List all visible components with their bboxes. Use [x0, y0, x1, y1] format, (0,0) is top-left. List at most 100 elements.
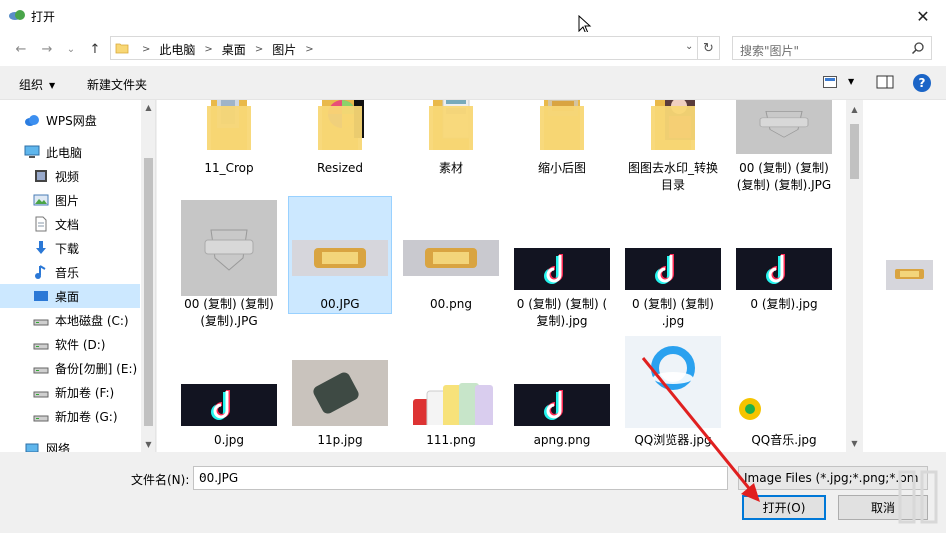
sidebar-scrollbar[interactable]: ▲ ▼	[141, 100, 155, 452]
sidebar-item[interactable]: 新加卷 (G:)	[0, 404, 140, 428]
folder-icon	[514, 100, 610, 150]
file-name: 0 (复制) (复制)	[632, 297, 714, 311]
scrollbar-thumb[interactable]	[144, 158, 153, 426]
sidebar-item[interactable]: 新加卷 (F:)	[0, 380, 140, 404]
sidebar-item[interactable]: 音乐	[0, 260, 140, 284]
file-name: 00 (复制) (复制)	[739, 161, 829, 175]
drive-icon	[33, 408, 49, 424]
image-thumbnail	[292, 240, 388, 276]
file-name: 00.png	[430, 297, 472, 311]
sidebar-item[interactable]: 网络	[0, 436, 140, 452]
address-dropdown-icon[interactable]: ⌄	[685, 41, 693, 52]
organize-menu[interactable]: 组织 ▼	[19, 76, 55, 93]
sidebar-item[interactable]: 图片	[0, 188, 140, 212]
preview-pane-icon[interactable]	[876, 74, 894, 90]
image-thumbnail	[403, 240, 499, 276]
sidebar-item[interactable]: 此电脑	[0, 140, 140, 164]
sidebar-item[interactable]: 下载	[0, 236, 140, 260]
command-bar: 组织 ▼ 新建文件夹 ▼ ?	[0, 66, 946, 100]
drive-icon	[33, 384, 49, 400]
pictures-icon	[33, 192, 49, 208]
image-thumbnail	[514, 384, 610, 426]
scroll-down-icon[interactable]: ▼	[847, 436, 862, 451]
navigation-pane: ▲ ▼ WPS网盘此电脑视频图片 文档下载音乐桌面本地磁盘 (C:) 软件 (D:)…	[0, 100, 156, 452]
content-scrollbar[interactable]: ▲ ▼	[846, 100, 863, 452]
sidebar-item-label: 视频	[55, 169, 80, 184]
computer-icon	[24, 144, 40, 160]
up-button[interactable]: ↑	[86, 40, 104, 58]
breadcrumb-pictures[interactable]: 图片	[272, 41, 296, 58]
scrollbar-thumb[interactable]	[850, 124, 859, 179]
image-thumbnail	[181, 384, 277, 426]
view-options-caret-icon[interactable]: ▼	[848, 77, 854, 86]
navigation-bar: ← → ⌄ ↑ > 此电脑 > 桌面 > 图片 > ⌄ ↻ 搜索"图片"	[0, 32, 946, 66]
sidebar-item[interactable]: 桌面	[0, 284, 140, 308]
close-button[interactable]: ✕	[900, 0, 946, 32]
app-icon	[9, 10, 25, 20]
file-name: 11p.jpg	[317, 433, 363, 447]
folder-icon	[403, 100, 499, 150]
chevron-down-icon[interactable]: ⌄	[199, 471, 722, 481]
breadcrumb-desktop[interactable]: 桌面	[222, 41, 246, 58]
change-view-icon[interactable]	[823, 76, 837, 88]
scroll-up-icon[interactable]: ▲	[847, 102, 862, 117]
refresh-button[interactable]: ↻	[698, 36, 720, 60]
drive-icon	[33, 360, 49, 376]
new-folder-label: 新建文件夹	[87, 78, 148, 92]
sidebar-item-label: 网络	[46, 441, 71, 453]
open-button[interactable]: 打开(O)	[742, 495, 826, 520]
up-arrow-icon: ↑	[89, 41, 101, 57]
sidebar-item[interactable]: 本地磁盘 (C:)	[0, 308, 140, 332]
filename-label: 文件名(N):	[131, 473, 190, 487]
file-name: (复制).JPG	[200, 314, 258, 328]
sidebar-item[interactable]: WPS网盘	[0, 108, 140, 132]
file-name: 111.png	[426, 433, 476, 447]
sidebar-item[interactable]: 视频	[0, 164, 140, 188]
image-thumbnail	[403, 377, 499, 425]
sidebar-item-label: 下载	[55, 241, 80, 256]
sidebar-item[interactable]: 备份[勿删] (E:)	[0, 356, 140, 380]
breadcrumb-separator[interactable]: >	[305, 44, 313, 55]
sidebar-item-label: WPS网盘	[46, 113, 97, 128]
back-arrow-icon: ←	[15, 41, 27, 57]
file-name: Resized	[316, 161, 364, 175]
search-input[interactable]: 搜索"图片"	[732, 36, 932, 60]
sidebar-item-label: 本地磁盘 (C:)	[55, 313, 129, 328]
network-icon	[24, 440, 40, 452]
image-thumbnail	[181, 200, 277, 296]
scroll-down-icon[interactable]: ▼	[141, 437, 155, 452]
file-name: 00.JPG	[320, 297, 360, 311]
file-name: apng.png	[533, 433, 591, 447]
file-name: 0 (复制).jpg	[750, 297, 818, 311]
image-thumbnail	[736, 100, 832, 154]
file-name: 复制).jpg	[536, 314, 588, 328]
folder-icon	[292, 100, 388, 150]
forward-button[interactable]: →	[38, 40, 56, 58]
dialog-footer: 文件名(N): 00.JPG ⌄ Image Files (*.jpg;*.pn…	[0, 452, 946, 533]
image-thumbnail	[736, 248, 832, 290]
cloud-icon	[24, 112, 40, 128]
breadcrumb-separator[interactable]: >	[255, 44, 263, 55]
breadcrumb-separator[interactable]: >	[204, 44, 212, 55]
music-icon	[33, 264, 49, 280]
filename-input[interactable]: 00.JPG ⌄	[193, 466, 728, 490]
file-name: 0.jpg	[213, 433, 245, 447]
breadcrumb-this-pc[interactable]: 此电脑	[159, 41, 195, 58]
drive-icon	[33, 336, 49, 352]
organize-label: 组织	[19, 78, 44, 92]
file-name: 目录	[660, 178, 685, 192]
help-icon[interactable]: ?	[913, 74, 931, 92]
back-button[interactable]: ←	[12, 40, 30, 58]
scroll-up-icon[interactable]: ▲	[141, 100, 155, 115]
file-name: 11_Crop	[204, 161, 254, 175]
file-type-value: Image Files (*.jpg;*.png;*.bm	[744, 471, 919, 485]
watermark-logo	[898, 470, 938, 524]
sidebar-item-label: 桌面	[55, 289, 80, 304]
sidebar-item[interactable]: 文档	[0, 212, 140, 236]
title-bar: 打开 ✕	[0, 0, 946, 35]
new-folder-button[interactable]: 新建文件夹	[87, 76, 147, 93]
drive-icon	[33, 312, 49, 328]
recent-locations-button[interactable]: ⌄	[62, 40, 80, 58]
address-bar[interactable]: > 此电脑 > 桌面 > 图片 > ⌄	[110, 36, 698, 60]
sidebar-item[interactable]: 软件 (D:)	[0, 332, 140, 356]
